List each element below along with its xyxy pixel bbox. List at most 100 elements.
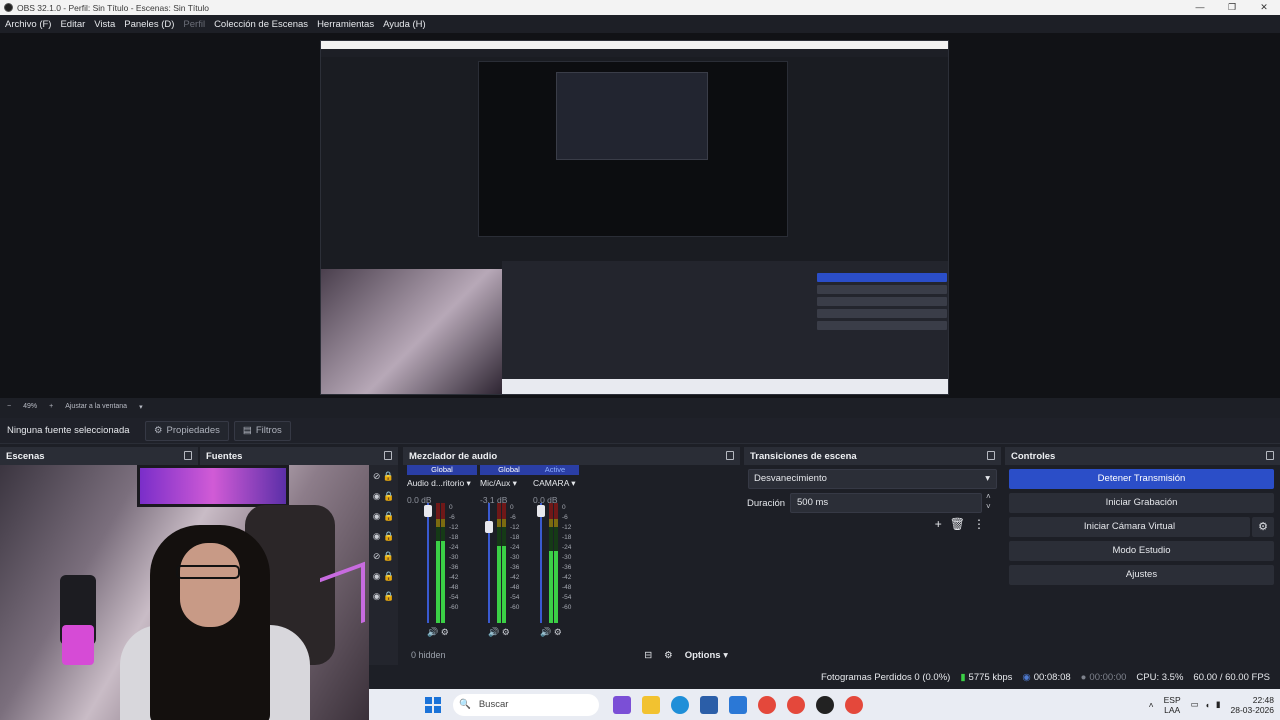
date: 28-03-2026 (1230, 704, 1274, 715)
channel-name[interactable]: Audio d...ritorio ▾ (407, 478, 477, 489)
sources-title: Fuentes (206, 450, 243, 462)
volume-slider-knob[interactable] (537, 505, 545, 517)
record-time: 00:00:00 (1089, 671, 1127, 683)
undock-icon[interactable] (184, 451, 192, 460)
db-tick: -48 (562, 584, 572, 591)
minimize-button[interactable]: — (1184, 0, 1216, 15)
visibility-icon[interactable]: ◉ 🔒 (369, 571, 398, 583)
meter-peak (549, 503, 553, 519)
visibility-icon[interactable]: ◉ 🔒 (369, 591, 398, 603)
taskbar-search[interactable]: 🔍 Buscar (453, 693, 599, 716)
camera-window (0, 465, 369, 720)
windows-taskbar: 🔍 Buscar ˄ ESP LAA ▭ ◖ ▮ 22:48 28-03-2026 (369, 689, 1280, 720)
menu-herramientas[interactable]: Herramientas (317, 19, 374, 30)
volume-track[interactable] (540, 503, 542, 623)
record-icon: ● (1080, 671, 1087, 683)
menu-perfil[interactable]: Perfil (183, 19, 205, 30)
cpu-usage: CPU: 3.5% (1136, 671, 1184, 683)
nested-panels (502, 261, 948, 379)
hidden-count[interactable]: 0 hidden (411, 650, 644, 660)
nested-button (817, 285, 947, 294)
stop-stream-button[interactable]: Detener Transmisión (1009, 469, 1274, 489)
undock-icon[interactable] (1266, 451, 1274, 460)
db-tick: -6 (562, 514, 568, 521)
store-icon[interactable] (700, 695, 718, 714)
clock[interactable]: 22:48 28-03-2026 (1231, 695, 1274, 715)
chrome-icon[interactable] (758, 695, 776, 714)
zoom-out-button[interactable]: − (7, 403, 11, 410)
undock-icon[interactable] (726, 451, 734, 460)
menu-editar[interactable]: Editar (60, 19, 85, 30)
layout-icon[interactable]: ⊟ (644, 650, 652, 661)
filter-icon: ▤ (242, 425, 252, 436)
visibility-icon[interactable]: ⊘ 🔒 (369, 551, 398, 563)
db-tick: -24 (510, 544, 520, 551)
menu-ayuda[interactable]: Ayuda (H) (383, 19, 426, 30)
add-icon[interactable]: + (935, 517, 950, 531)
db-tick: -54 (510, 594, 520, 601)
gear-icon[interactable]: ⚙ (1252, 517, 1274, 537)
preview-canvas[interactable] (320, 40, 949, 395)
nested-preview (478, 61, 788, 237)
chrome-icon[interactable] (845, 695, 863, 714)
duration-input[interactable]: 500 ms (790, 493, 982, 513)
more-icon[interactable]: ⋮ (973, 517, 993, 531)
undock-icon[interactable] (987, 451, 995, 460)
menu-coleccion-escenas[interactable]: Colección de Escenas (214, 19, 308, 30)
level-meter (497, 503, 501, 623)
app-icon[interactable] (613, 695, 631, 714)
chrome-icon[interactable] (787, 695, 805, 714)
channel-tag: Active (531, 465, 579, 475)
mail-icon[interactable] (729, 695, 747, 714)
visibility-icon[interactable]: ⊘ 🔒 (369, 471, 398, 483)
settings-button[interactable]: Ajustes (1009, 565, 1274, 585)
close-button[interactable]: ✕ (1248, 0, 1280, 15)
windows-start-icon[interactable] (425, 696, 441, 713)
speaker-icon[interactable]: 🔊 ⚙ (540, 627, 562, 638)
zoom-in-button[interactable]: + (49, 403, 53, 410)
undock-icon[interactable] (384, 451, 392, 460)
network-icon[interactable]: ▭ (1191, 699, 1199, 710)
chevron-down-icon[interactable]: ▾ (139, 403, 143, 411)
maximize-button[interactable]: ❐ (1216, 0, 1248, 15)
obs-icon[interactable] (816, 695, 834, 714)
meter-warn (502, 519, 506, 527)
studio-mode-button[interactable]: Modo Estudio (1009, 541, 1274, 561)
start-virtual-camera-button[interactable]: Iniciar Cámara Virtual (1009, 517, 1250, 537)
chevron-up-icon[interactable]: ˄ (1149, 700, 1154, 710)
channel-name[interactable]: CAMARA ▾ (531, 478, 579, 489)
nested-button (817, 321, 947, 330)
volume-slider-knob[interactable] (424, 505, 432, 517)
volume-track[interactable] (427, 503, 429, 623)
db-tick: -54 (449, 594, 459, 601)
transition-select[interactable]: Desvanecimiento ▾ (748, 469, 997, 489)
glasses (176, 565, 240, 579)
battery-icon[interactable]: ▮ (1216, 699, 1221, 710)
channel-name[interactable]: Mic/Aux ▾ (480, 478, 538, 489)
trash-icon[interactable]: 🗑 (950, 517, 973, 531)
filters-label: Filtros (255, 425, 282, 436)
visibility-icon[interactable]: ◉ 🔒 (369, 531, 398, 543)
volume-slider-knob[interactable] (485, 521, 493, 533)
speaker-icon[interactable]: 🔊 ⚙ (427, 627, 449, 638)
speaker-icon[interactable]: 🔊 ⚙ (488, 627, 510, 638)
options-button[interactable]: Options ▾ (685, 650, 728, 661)
mixer-title: Mezclador de audio (409, 450, 498, 462)
menu-paneles[interactable]: Paneles (D) (124, 19, 174, 30)
volume-icon[interactable]: ◖ (1205, 700, 1210, 710)
duration-stepper[interactable]: ˄ ˅ (986, 492, 991, 512)
advanced-audio-icon[interactable]: ⚙ (664, 650, 673, 661)
visibility-icon[interactable]: ◉ 🔒 (369, 491, 398, 503)
time: 22:48 (1252, 694, 1274, 705)
edge-icon[interactable] (671, 695, 689, 714)
menu-vista[interactable]: Vista (94, 19, 115, 30)
db-tick: 0 (449, 504, 453, 511)
zoom-fit-dropdown[interactable]: Ajustar a la ventana (65, 403, 127, 410)
properties-button[interactable]: ⚙ Propiedades (145, 420, 229, 441)
menu-archivo[interactable]: Archivo (F) (5, 19, 51, 30)
start-recording-button[interactable]: Iniciar Grabación (1009, 493, 1274, 513)
language-indicator[interactable]: ESP LAA (1164, 695, 1181, 715)
folder-icon[interactable] (642, 695, 660, 714)
visibility-icon[interactable]: ◉ 🔒 (369, 511, 398, 523)
filters-button[interactable]: ▤ Filtros (233, 420, 291, 441)
